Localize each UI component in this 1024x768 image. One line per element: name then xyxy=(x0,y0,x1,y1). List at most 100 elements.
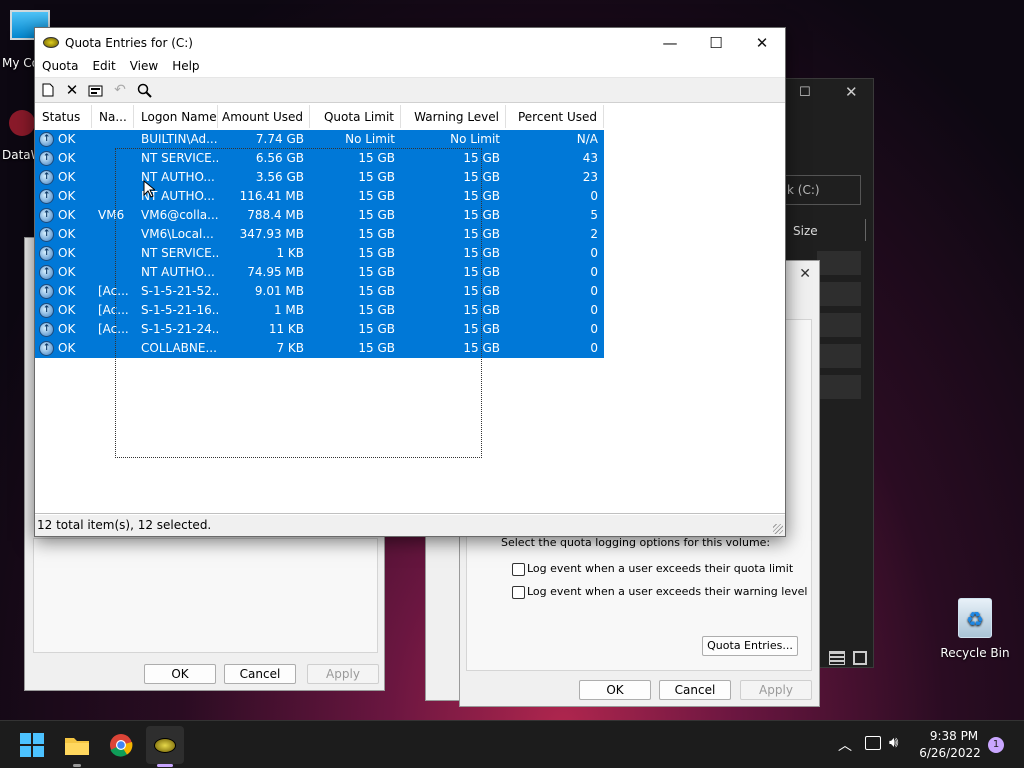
list-item[interactable] xyxy=(817,313,861,337)
cell-quota-limit: 15 GB xyxy=(358,208,395,222)
cell-logon-name: NT SERVICE... xyxy=(141,246,218,260)
desktop-icon-recycle-bin[interactable]: ♻ Recycle Bin xyxy=(940,598,1010,660)
cancel-button[interactable]: Cancel xyxy=(659,680,731,700)
delete-icon[interactable]: ✕ xyxy=(63,81,81,99)
mouse-cursor xyxy=(143,180,155,198)
cell-percent-used: 23 xyxy=(582,170,598,184)
cell-name xyxy=(98,244,134,263)
cancel-button[interactable]: Cancel xyxy=(224,664,296,684)
list-item[interactable] xyxy=(817,251,861,275)
minimize-button[interactable]: — xyxy=(647,28,693,57)
log-quota-checkbox[interactable] xyxy=(512,563,525,576)
quota-ok-icon: ↑ xyxy=(39,284,54,299)
cell-status: OK xyxy=(58,303,76,317)
details-view-icon[interactable] xyxy=(829,651,845,665)
maximize-button[interactable]: ☐ xyxy=(693,28,739,57)
quota-entries-button[interactable]: Quota Entries... xyxy=(702,636,798,656)
table-row[interactable]: ↑ OK NT SERVICE... 6.56 GB 15 GB 15 GB 43 xyxy=(35,149,604,168)
cell-amount-used: 3.56 GB xyxy=(255,170,304,184)
cell-status: OK xyxy=(58,132,76,146)
properties-icon[interactable] xyxy=(87,81,105,99)
cell-status: OK xyxy=(58,265,76,279)
cell-quota-limit: 15 GB xyxy=(358,265,395,279)
table-row[interactable]: ↑ OK [Ac... S-1-5-21-24... 11 KB 15 GB 15 GB 0 xyxy=(35,320,604,339)
cell-warning-level: 15 GB xyxy=(463,227,500,241)
cell-percent-used: 43 xyxy=(582,151,598,165)
menu-edit[interactable]: Edit xyxy=(85,57,122,77)
apply-button[interactable]: Apply xyxy=(307,664,379,684)
ok-button[interactable]: OK xyxy=(579,680,651,700)
table-row[interactable]: ↑ OK VM6 VM6@colla... 788.4 MB 15 GB 15 GB 5 xyxy=(35,206,604,225)
cell-status: OK xyxy=(58,151,76,165)
log-warning-checkbox[interactable] xyxy=(512,586,525,599)
chevron-up-icon[interactable]: ︿ xyxy=(838,735,852,755)
new-entry-icon[interactable] xyxy=(39,81,57,99)
table-row[interactable]: ↑ OK BUILTIN\Ad... 7.74 GB No Limit No Limit N… xyxy=(35,130,604,149)
log-quota-label: Log event when a user exceeds their quot… xyxy=(527,562,794,575)
find-icon[interactable] xyxy=(135,81,153,99)
cell-percent-used: 0 xyxy=(590,341,598,355)
resize-grip-icon[interactable] xyxy=(773,524,783,534)
cell-status: OK xyxy=(58,284,76,298)
menu-view[interactable]: View xyxy=(123,57,165,77)
cell-quota-limit: 15 GB xyxy=(358,170,395,184)
cell-amount-used: 7.74 GB xyxy=(255,132,304,146)
title-bar[interactable]: Quota Entries for (C:) — ☐ ✕ xyxy=(35,28,785,57)
column-header-warning-level[interactable]: Warning Level xyxy=(401,105,506,128)
quota-ok-icon: ↑ xyxy=(39,189,54,204)
table-row[interactable]: ↑ OK COLLABNE... 7 KB 15 GB 15 GB 0 xyxy=(35,339,604,358)
table-row[interactable]: ↑ OK VM6\Local... 347.93 MB 15 GB 15 GB 2 xyxy=(35,225,604,244)
undo-icon[interactable]: ↶ xyxy=(111,81,129,99)
table-row[interactable]: ↑ OK NT AUTHO... 74.95 MB 15 GB 15 GB 0 xyxy=(35,263,604,282)
cell-warning-level: 15 GB xyxy=(463,246,500,260)
notification-badge[interactable]: 1 xyxy=(988,737,1004,753)
column-header-name[interactable]: Na... xyxy=(92,105,134,128)
column-header-quota-limit[interactable]: Quota Limit xyxy=(310,105,401,128)
cell-logon-name: VM6\Local... xyxy=(141,227,214,241)
list-item[interactable] xyxy=(817,282,861,306)
table-row[interactable]: ↑ OK [Ac... S-1-5-21-52... 9.01 MB 15 GB 15 GB… xyxy=(35,282,604,301)
chrome-taskbar-button[interactable] xyxy=(105,729,137,761)
cell-name xyxy=(98,149,134,168)
maximize-icon[interactable]: ☐ xyxy=(799,85,811,100)
column-header-status[interactable]: Status xyxy=(35,105,92,128)
quota-list[interactable]: Status Na... Logon Name Amount Used Quot… xyxy=(35,105,785,514)
table-row[interactable]: ↑ OK [Ac... S-1-5-21-16... 1 MB 15 GB 15 GB 0 xyxy=(35,301,604,320)
column-header-percent-used[interactable]: Percent Used xyxy=(506,105,604,128)
tiles-view-icon[interactable] xyxy=(853,651,867,665)
list-item[interactable] xyxy=(817,344,861,368)
close-button[interactable]: ✕ xyxy=(739,28,785,57)
column-header-logon-name[interactable]: Logon Name xyxy=(134,105,218,128)
quota-taskbar-button[interactable] xyxy=(146,726,184,764)
ok-button[interactable]: OK xyxy=(144,664,216,684)
menu-help[interactable]: Help xyxy=(165,57,206,77)
apply-button[interactable]: Apply xyxy=(740,680,812,700)
cell-name: [Ac... xyxy=(98,303,129,317)
menu-quota[interactable]: Quota xyxy=(35,57,85,77)
cell-warning-level: 15 GB xyxy=(463,189,500,203)
clock-time[interactable]: 9:38 PM xyxy=(926,729,982,743)
table-row[interactable]: ↑ OK NT AUTHO... 3.56 GB 15 GB 15 GB 23 xyxy=(35,168,604,187)
column-header-size[interactable]: Size xyxy=(793,224,818,238)
close-icon[interactable]: ✕ xyxy=(845,83,858,101)
table-row[interactable]: ↑ OK NT AUTHO... 116.41 MB 15 GB 15 GB 0 xyxy=(35,187,604,206)
cell-amount-used: 1 MB xyxy=(273,303,304,317)
cell-amount-used: 9.01 MB xyxy=(254,284,304,298)
quota-ok-icon: ↑ xyxy=(39,227,54,242)
quota-ok-icon: ↑ xyxy=(39,151,54,166)
list-item[interactable] xyxy=(817,375,861,399)
cell-logon-name: NT AUTHO... xyxy=(141,265,215,279)
network-icon[interactable] xyxy=(865,736,881,750)
table-row[interactable]: ↑ OK NT SERVICE... 1 KB 15 GB 15 GB 0 xyxy=(35,244,604,263)
volume-icon[interactable]: 🔊︎ xyxy=(889,733,898,751)
quota-ok-icon: ↑ xyxy=(39,208,54,223)
start-button[interactable] xyxy=(16,729,48,761)
close-icon[interactable]: ✕ xyxy=(799,266,811,282)
clock-date[interactable]: 6/26/2022 xyxy=(918,746,982,760)
file-explorer-taskbar-button[interactable] xyxy=(61,729,93,761)
quota-entries-window[interactable]: Quota Entries for (C:) — ☐ ✕ Quota Edit … xyxy=(34,27,786,537)
cell-amount-used: 74.95 MB xyxy=(247,265,304,279)
cell-status: OK xyxy=(58,246,76,260)
column-header-amount-used[interactable]: Amount Used xyxy=(218,105,310,128)
cell-percent-used: 0 xyxy=(590,322,598,336)
